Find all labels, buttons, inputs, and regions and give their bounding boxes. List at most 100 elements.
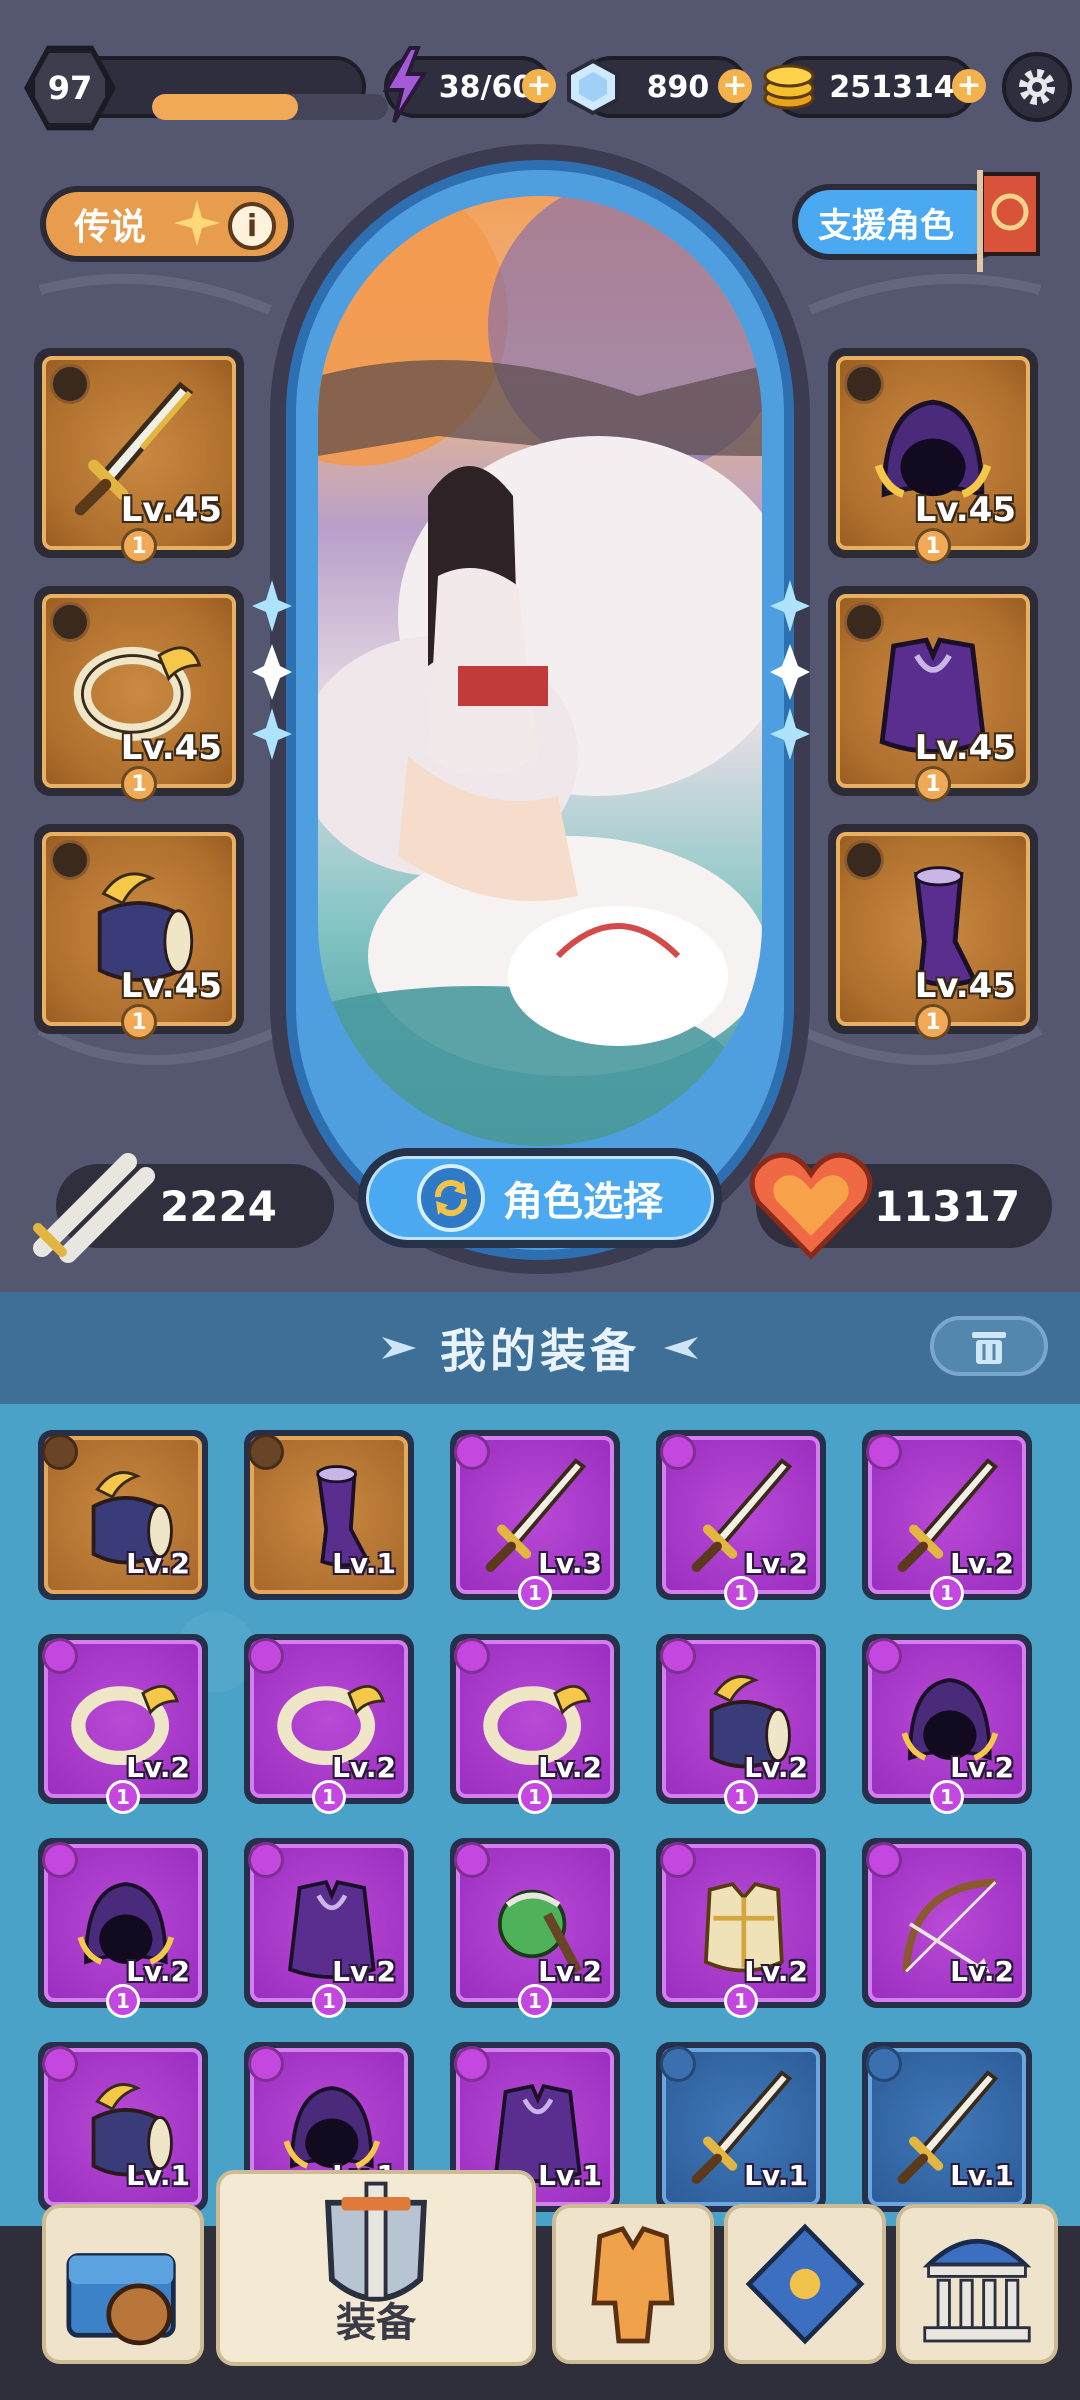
weapon-level: Lv.45 bbox=[120, 490, 222, 530]
armor-slot[interactable]: Lv.45 1 bbox=[828, 586, 1038, 802]
boots-slot[interactable]: Lv.45 1 bbox=[828, 824, 1038, 1040]
inventory-item[interactable]: Lv.2 1 bbox=[862, 1634, 1032, 1814]
inventory-item-tile: Lv.2 1 bbox=[866, 1434, 1026, 1610]
frame-sparkle-left bbox=[252, 580, 292, 760]
character-select-button[interactable]: 角色选择 bbox=[358, 1148, 722, 1248]
boots-count: 1 bbox=[915, 1004, 951, 1040]
top-resource-bar: 97 38/60 + 890 + 251314 + bbox=[0, 40, 1080, 136]
inventory-item-level: Lv.2 bbox=[332, 1751, 396, 1784]
inventory-item-tile: Lv.2 bbox=[866, 1842, 1026, 2002]
inventory-item-count: 1 bbox=[312, 1780, 346, 1814]
add-gold-button[interactable]: + bbox=[952, 69, 986, 103]
nav-chest-button[interactable] bbox=[42, 2204, 204, 2364]
sword-type-badge bbox=[660, 2046, 696, 2082]
inventory-item-tile: Lv.3 1 bbox=[454, 1434, 614, 1610]
add-energy-button[interactable]: + bbox=[522, 69, 556, 103]
inventory-item[interactable]: Lv.2 1 bbox=[656, 1430, 826, 1610]
bracer-type-icon bbox=[50, 840, 90, 880]
inventory-item-level: Lv.1 bbox=[744, 2159, 808, 2192]
inventory-item[interactable]: Lv.2 1 bbox=[244, 1838, 414, 2018]
inventory-item[interactable]: Lv.2 1 bbox=[38, 1838, 208, 2018]
inventory-item-count: 1 bbox=[724, 1780, 758, 1814]
hood-type-badge bbox=[248, 2046, 284, 2082]
nav-equipment-button[interactable]: 装备 bbox=[216, 2170, 536, 2366]
inventory-item-tile: Lv.1 bbox=[660, 2046, 820, 2206]
weapon-count: 1 bbox=[121, 528, 157, 564]
boots-type-icon bbox=[844, 840, 884, 880]
character-portrait[interactable] bbox=[318, 196, 762, 1146]
inventory-item[interactable]: Lv.1 bbox=[862, 2042, 1032, 2212]
character-select-label: 角色选择 bbox=[503, 1179, 663, 1225]
inventory-item-level: Lv.1 bbox=[126, 2159, 190, 2192]
inventory-item[interactable]: Lv.2 1 bbox=[450, 1634, 620, 1814]
dismantle-button[interactable] bbox=[930, 1316, 1048, 1376]
xp-progress-bar bbox=[152, 94, 388, 120]
treasure-chest-icon bbox=[66, 2253, 176, 2346]
inventory-item-level: Lv.2 bbox=[332, 1955, 396, 1988]
inventory-item-level: Lv.2 bbox=[538, 1751, 602, 1784]
inventory-item-tile: Lv.1 bbox=[42, 2046, 202, 2206]
gem-icon bbox=[567, 58, 619, 116]
ring-type-icon bbox=[50, 602, 90, 642]
xp-progress-fill bbox=[152, 94, 299, 120]
inventory-item[interactable]: Lv.2 1 bbox=[244, 1634, 414, 1814]
inventory-item-count: 1 bbox=[106, 1780, 140, 1814]
inventory-item-tile: Lv.2 1 bbox=[660, 1638, 820, 1814]
inventory-item[interactable]: Lv.2 1 bbox=[656, 1838, 826, 2018]
inventory-item[interactable]: Lv.1 bbox=[38, 2042, 208, 2212]
inventory-item-count: 1 bbox=[930, 1576, 964, 1610]
bracer-level: Lv.45 bbox=[120, 966, 222, 1006]
nav-character-button[interactable] bbox=[552, 2204, 714, 2364]
character-illustration bbox=[318, 196, 762, 1146]
ring-count: 1 bbox=[121, 766, 157, 802]
inventory-item[interactable]: Lv.2 bbox=[38, 1430, 208, 1600]
nav-skills-button[interactable] bbox=[724, 2204, 886, 2364]
inventory-item-level: Lv.3 bbox=[538, 1547, 602, 1580]
bracer-type-badge bbox=[660, 1638, 696, 1674]
bow-type-badge bbox=[866, 1842, 902, 1878]
chest-type-badge bbox=[660, 1842, 696, 1878]
inventory-grid: Lv.2 Lv.1 Lv.3 1 Lv.2 1 Lv.2 1 Lv.2 1 Lv.2 1 Lv.2 1 Lv… bbox=[0, 1404, 1080, 2230]
inventory-item-level: Lv.2 bbox=[126, 1751, 190, 1784]
gold-coins-icon bbox=[763, 64, 815, 110]
inventory-item-level: Lv.2 bbox=[950, 1547, 1014, 1580]
inventory-item-tile: Lv.2 1 bbox=[248, 1638, 408, 1814]
gear-icon bbox=[1019, 69, 1055, 105]
nav-museum-button[interactable] bbox=[896, 2204, 1058, 2364]
banner-flag-icon bbox=[977, 170, 1040, 272]
inventory-item-count: 1 bbox=[106, 1984, 140, 2018]
inventory-item[interactable]: Lv.1 bbox=[656, 2042, 826, 2212]
inventory-item-tile: Lv.2 1 bbox=[866, 1638, 1026, 1814]
inventory-item[interactable]: Lv.2 1 bbox=[38, 1634, 208, 1814]
bracer-slot[interactable]: Lv.45 1 bbox=[34, 824, 244, 1040]
inventory-item[interactable]: Lv.3 1 bbox=[450, 1430, 620, 1610]
inventory-item-level: Lv.2 bbox=[538, 1955, 602, 1988]
helmet-slot[interactable]: Lv.45 1 bbox=[828, 348, 1038, 564]
hp-value: 11317 bbox=[874, 1181, 1021, 1231]
inventory-item[interactable]: Lv.2 1 bbox=[450, 1838, 620, 2018]
rune-tiles-icon bbox=[745, 2223, 865, 2345]
wing-right-icon bbox=[664, 1337, 698, 1359]
gold-value: 251314 bbox=[829, 69, 955, 105]
inventory-item[interactable]: Lv.1 bbox=[244, 1430, 414, 1600]
ring-slot[interactable]: Lv.45 1 bbox=[34, 586, 244, 802]
settings-button[interactable] bbox=[1002, 52, 1072, 122]
sword-type-badge bbox=[866, 1434, 902, 1470]
inventory-item-level: Lv.2 bbox=[126, 1547, 190, 1580]
inventory-item-tile: Lv.1 bbox=[866, 2046, 1026, 2206]
inventory-item-tile: Lv.2 1 bbox=[454, 1638, 614, 1814]
inventory-item[interactable]: Lv.2 1 bbox=[656, 1634, 826, 1814]
sword-type-badge bbox=[660, 1434, 696, 1470]
inventory-item-level: Lv.1 bbox=[332, 1547, 396, 1580]
inventory-item-level: Lv.2 bbox=[744, 1547, 808, 1580]
info-button[interactable]: i bbox=[228, 202, 276, 250]
inventory-item-count: 1 bbox=[930, 1780, 964, 1814]
add-gems-button[interactable]: + bbox=[718, 69, 752, 103]
weapon-slot[interactable]: Lv.45 1 bbox=[34, 348, 244, 564]
boots-level: Lv.45 bbox=[914, 966, 1016, 1006]
bracer-type-badge bbox=[42, 1434, 78, 1470]
hood-type-badge bbox=[866, 1638, 902, 1674]
inventory-item[interactable]: Lv.2 bbox=[862, 1838, 1032, 2008]
inventory-item[interactable]: Lv.2 1 bbox=[862, 1430, 1032, 1610]
armor-level: Lv.45 bbox=[914, 728, 1016, 768]
